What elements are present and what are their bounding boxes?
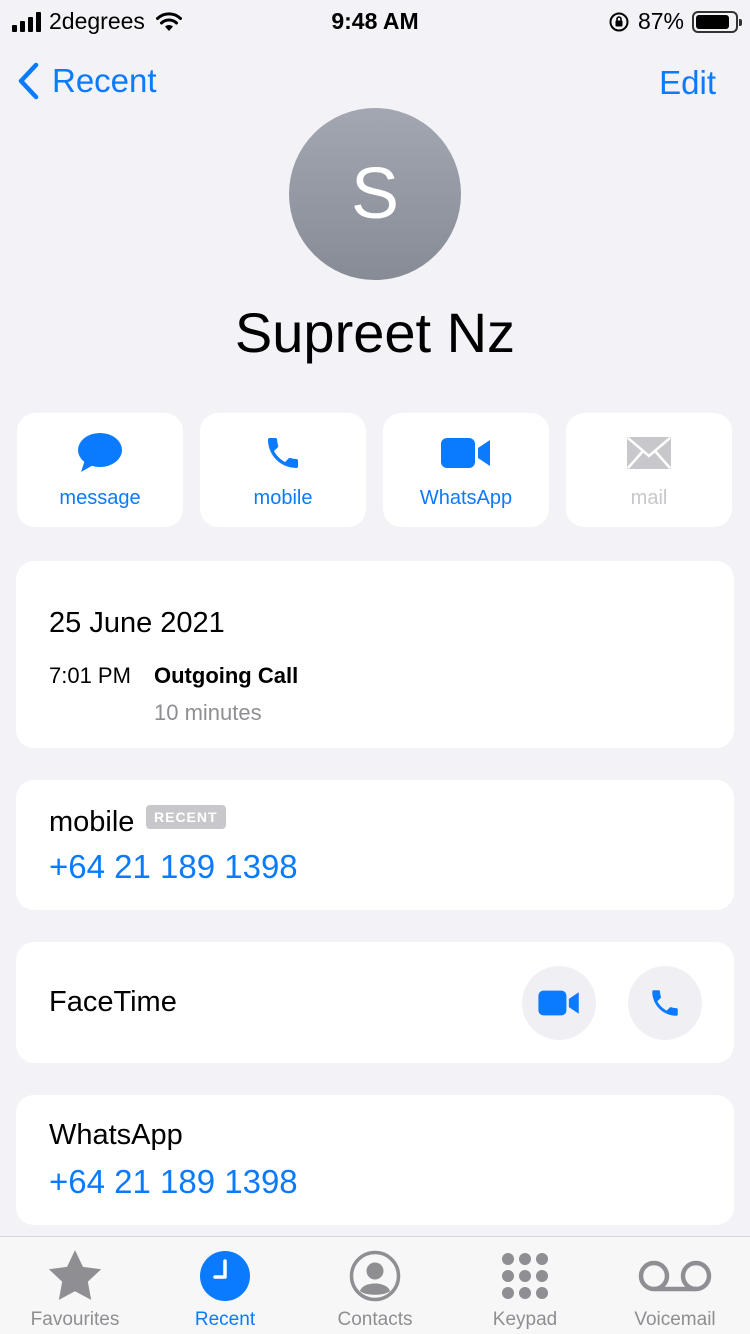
facetime-video-button[interactable]	[522, 966, 596, 1040]
tab-keypad[interactable]: Keypad	[450, 1237, 600, 1334]
contact-name: Supreet Nz	[234, 301, 516, 364]
tab-recent[interactable]: Recent	[150, 1237, 300, 1334]
whatsapp-label: WhatsApp	[419, 486, 513, 509]
message-label: message	[59, 486, 141, 509]
message-bubble-icon	[78, 432, 122, 472]
video-icon	[441, 437, 490, 468]
avatar: S	[289, 108, 461, 280]
facetime-label: FaceTime	[49, 986, 177, 1018]
tab-contacts[interactable]: Contacts	[300, 1237, 450, 1334]
tab-favourites-label: Favourites	[30, 1309, 120, 1330]
whatsapp-number-label: WhatsApp	[49, 1119, 183, 1151]
mail-icon	[627, 436, 671, 469]
facetime-audio-button[interactable]	[628, 966, 702, 1040]
mobile-number-label: mobile	[49, 806, 135, 838]
status-right: 87%	[608, 8, 742, 35]
battery-percentage: 87%	[637, 8, 684, 34]
mobile-call-button[interactable]: mobile	[200, 413, 366, 527]
mail-label: mail	[630, 486, 668, 509]
edit-button[interactable]: Edit	[659, 64, 716, 102]
tab-voicemail[interactable]: Voicemail	[600, 1237, 750, 1334]
tab-voicemail-label: Voicemail	[634, 1309, 716, 1330]
recent-badge: RECENT	[146, 805, 226, 829]
mobile-label: mobile	[253, 486, 313, 509]
battery-level-fill	[696, 14, 730, 29]
battery-icon	[692, 10, 742, 33]
tab-bar: Favourites Recent Contacts Keypad Voicem…	[0, 1236, 750, 1334]
person-circle-icon	[349, 1250, 401, 1302]
video-icon	[538, 990, 579, 1016]
phone-icon	[652, 990, 678, 1016]
clock-icon	[200, 1251, 250, 1301]
whatsapp-phone-number[interactable]: +64 21 189 1398	[49, 1163, 298, 1201]
back-label: Recent	[52, 62, 157, 99]
status-bar: 2degrees 9:48 AM 87%	[0, 0, 750, 42]
back-button[interactable]: Recent	[16, 62, 157, 100]
keypad-icon	[502, 1253, 548, 1299]
chevron-left-icon	[18, 62, 39, 100]
tab-recent-label: Recent	[194, 1309, 256, 1330]
quick-actions: message mobile WhatsApp mail	[17, 413, 732, 527]
call-type: Outgoing Call	[154, 663, 299, 688]
call-duration: 10 minutes	[154, 700, 262, 725]
mail-button[interactable]: mail	[566, 413, 732, 527]
orientation-lock-icon	[609, 12, 629, 31]
call-date: 25 June 2021	[49, 607, 225, 639]
voicemail-icon	[638, 1260, 712, 1292]
whatsapp-number-card[interactable]: WhatsApp +64 21 189 1398	[16, 1095, 734, 1225]
avatar-initial: S	[350, 154, 400, 234]
call-history-card: 25 June 2021 7:01 PM Outgoing Call 10 mi…	[16, 561, 734, 748]
message-button[interactable]: message	[17, 413, 183, 527]
tab-favourites[interactable]: Favourites	[0, 1237, 150, 1334]
mobile-number-card[interactable]: mobile RECENT +64 21 189 1398	[16, 780, 734, 910]
whatsapp-video-button[interactable]: WhatsApp	[383, 413, 549, 527]
tab-keypad-label: Keypad	[492, 1309, 558, 1330]
mobile-phone-number[interactable]: +64 21 189 1398	[49, 848, 298, 886]
star-icon	[48, 1250, 102, 1300]
facetime-card: FaceTime	[16, 942, 734, 1063]
tab-contacts-label: Contacts	[337, 1309, 413, 1330]
phone-icon	[268, 437, 298, 468]
call-time: 7:01 PM	[49, 663, 131, 688]
